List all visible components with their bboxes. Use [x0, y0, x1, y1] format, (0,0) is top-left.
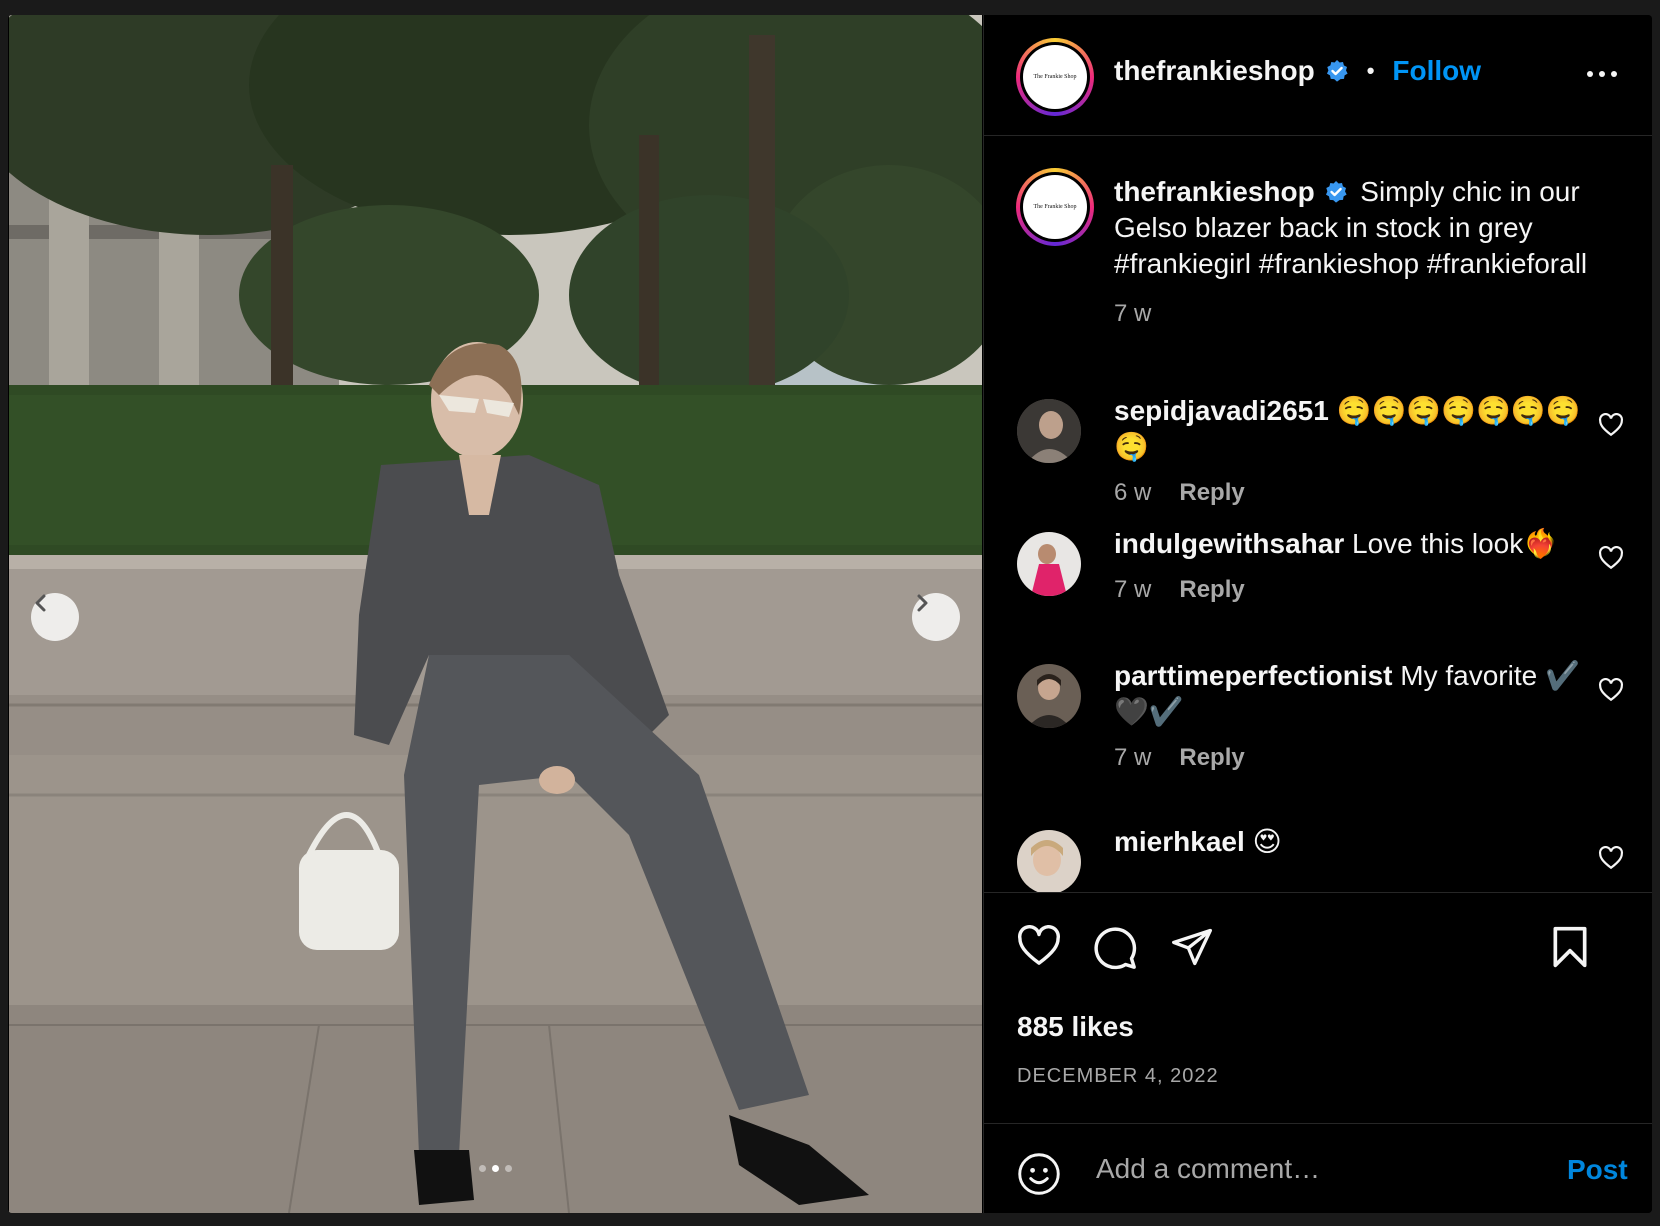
verified-badge-icon: [1326, 180, 1348, 203]
carousel-dot: [479, 1165, 486, 1172]
comment-time: 6 w: [1114, 479, 1152, 506]
commenter-avatar[interactable]: [1017, 830, 1081, 892]
post-caption: thefrankieshop Simply chic in our Gelso …: [1114, 174, 1604, 332]
comment-text: 😍: [1252, 826, 1282, 857]
comment-username[interactable]: sepidjavadi2651: [1114, 395, 1329, 426]
likes-count[interactable]: 885 likes: [1017, 1011, 1134, 1043]
header-separator: •: [1366, 58, 1375, 83]
post-header: The Frankie Shop thefrankieshop • Follow: [984, 15, 1652, 136]
comments-list[interactable]: The Frankie Shop thefrankieshop Simply c…: [984, 136, 1652, 892]
carousel-dot-active: [492, 1165, 499, 1172]
post-date: DECEMBER 4, 2022: [1017, 1065, 1219, 1087]
share-paper-plane-icon[interactable]: [1170, 925, 1214, 969]
carousel-dot: [505, 1165, 512, 1172]
comment-text: Love this look❤️‍🔥: [1352, 528, 1559, 559]
commenter-photo: [1017, 532, 1081, 596]
header-username[interactable]: thefrankieshop: [1114, 55, 1315, 87]
like-comment-heart-icon[interactable]: [1598, 846, 1624, 870]
caption-time: 7 w: [1114, 300, 1152, 327]
chevron-right-icon: [917, 594, 928, 612]
verified-badge-icon: [1326, 60, 1348, 82]
emoji-smiley-icon[interactable]: [1017, 1152, 1061, 1196]
comment-username[interactable]: mierhkael: [1114, 826, 1245, 857]
comment-body: indulgewithsahar Love this look❤️‍🔥 7 w …: [1114, 526, 1584, 608]
comment-bubble-icon[interactable]: [1092, 925, 1138, 971]
comment-time: 7 w: [1114, 576, 1152, 603]
account-logo: The Frankie Shop: [1023, 45, 1087, 109]
post-image: [9, 15, 982, 1213]
commenter-avatar[interactable]: [1017, 664, 1081, 728]
next-photo-button[interactable]: [912, 593, 960, 641]
comment-time: 7 w: [1114, 744, 1152, 771]
account-avatar[interactable]: The Frankie Shop: [1016, 38, 1094, 116]
reply-button[interactable]: Reply: [1179, 740, 1244, 776]
comment-body: sepidjavadi2651 🤤🤤🤤🤤🤤🤤🤤🤤 6 w Reply: [1114, 393, 1584, 511]
caption-avatar[interactable]: The Frankie Shop: [1016, 168, 1094, 246]
commenter-avatar[interactable]: [1017, 399, 1081, 463]
caption-username[interactable]: thefrankieshop: [1114, 176, 1315, 207]
commenter-photo: [1017, 664, 1081, 728]
post-comment-button[interactable]: Post: [1567, 1154, 1628, 1186]
post-side-panel: The Frankie Shop thefrankieshop • Follow: [983, 15, 1652, 1213]
comment-username[interactable]: indulgewithsahar: [1114, 528, 1344, 559]
reply-button[interactable]: Reply: [1179, 572, 1244, 608]
carousel-indicator: [479, 1165, 512, 1172]
commenter-photo: [1017, 830, 1081, 892]
commenter-photo: [1017, 399, 1081, 463]
post-photo: [9, 15, 982, 1213]
previous-photo-button[interactable]: [31, 593, 79, 641]
more-options-icon[interactable]: [1587, 71, 1617, 77]
comment-input[interactable]: [1094, 1146, 1518, 1192]
like-heart-icon[interactable]: [1016, 925, 1062, 967]
follow-button[interactable]: Follow: [1392, 55, 1481, 87]
like-comment-heart-icon[interactable]: [1598, 546, 1624, 570]
chevron-left-icon: [35, 594, 46, 612]
comment-body: parttimeperfectionist My favorite ✔️🖤✔️ …: [1114, 658, 1584, 776]
like-comment-heart-icon[interactable]: [1598, 678, 1624, 702]
save-bookmark-icon[interactable]: [1550, 925, 1590, 969]
reply-button[interactable]: Reply: [1179, 475, 1244, 511]
like-comment-heart-icon[interactable]: [1598, 413, 1624, 437]
commenter-avatar[interactable]: [1017, 532, 1081, 596]
caption-logo: The Frankie Shop: [1023, 175, 1087, 239]
comment-body: mierhkael 😍: [1114, 824, 1584, 860]
post-actions: 885 likes DECEMBER 4, 2022: [984, 892, 1652, 1123]
post-modal: The Frankie Shop thefrankieshop • Follow: [8, 15, 1652, 1213]
comment-username[interactable]: parttimeperfectionist: [1114, 660, 1393, 691]
header-user: thefrankieshop • Follow: [1114, 55, 1481, 87]
add-comment-bar: Post: [984, 1123, 1652, 1213]
